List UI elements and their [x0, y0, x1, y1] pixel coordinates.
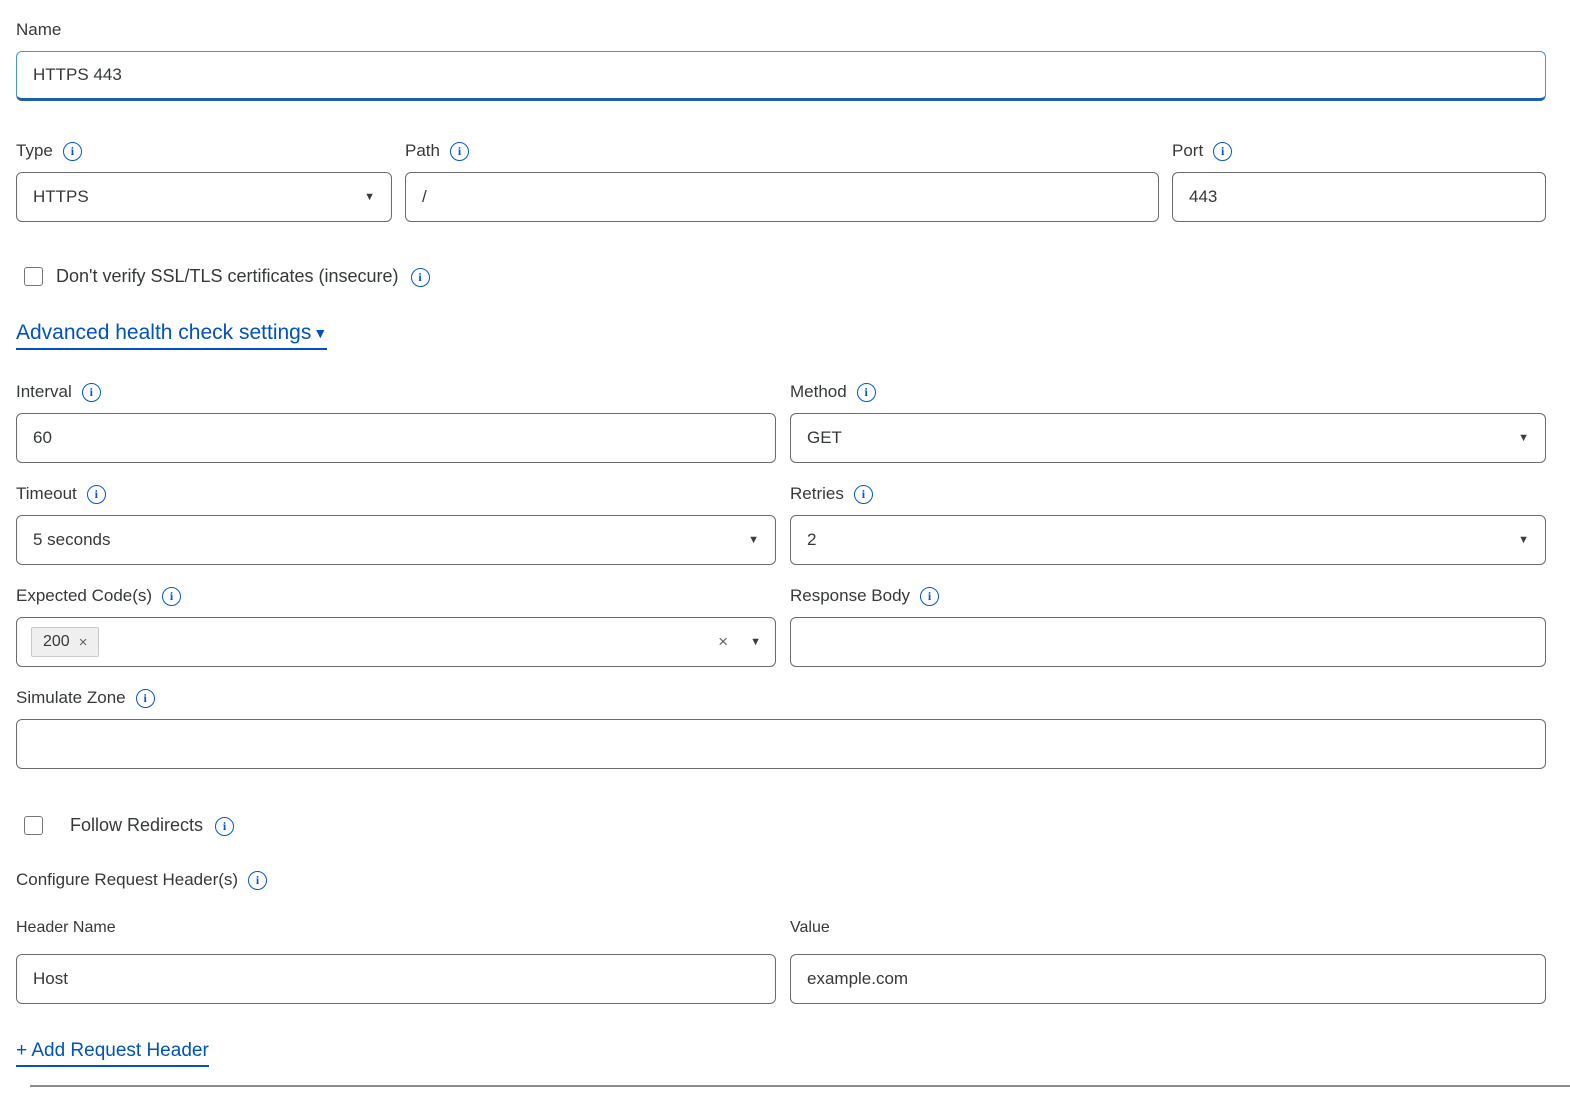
response-body-label: Response Body [790, 584, 910, 608]
path-field-group: Path i [405, 139, 1159, 222]
ssl-verify-checkbox-label: Don't verify SSL/TLS certificates (insec… [56, 266, 399, 287]
method-field-group: Method i GET ▼ [790, 380, 1546, 463]
header-name-column-label: Header Name [16, 919, 116, 937]
simulate-zone-input[interactable] [16, 719, 1546, 769]
expected-codes-multiselect[interactable]: 200 × × ▼ [16, 617, 776, 667]
expected-codes-field-group: Expected Code(s) i 200 × × ▼ [16, 584, 776, 667]
request-headers-section: Configure Request Header(s) i [16, 868, 1546, 892]
type-select[interactable]: HTTPS ▼ [16, 172, 392, 222]
path-input[interactable] [405, 172, 1159, 222]
info-icon[interactable]: i [1213, 142, 1232, 161]
name-label: Name [16, 18, 61, 42]
header-value-input[interactable] [790, 954, 1546, 1004]
info-icon[interactable]: i [857, 383, 876, 402]
response-body-input[interactable] [790, 617, 1546, 667]
chevron-down-icon: ▼ [1518, 535, 1529, 546]
simulate-zone-field-group: Simulate Zone i [16, 686, 1546, 769]
health-check-form: Name Type i HTTPS ▼ Path i Port i [0, 0, 1570, 1087]
advanced-settings-link[interactable]: Advanced health check settings ▼ [16, 321, 327, 350]
timeout-select-value: 5 seconds [33, 530, 111, 550]
ssl-verify-checkbox[interactable] [24, 267, 43, 286]
follow-redirects-checkbox[interactable] [24, 816, 43, 835]
advanced-settings-link-label: Advanced health check settings [16, 321, 311, 345]
simulate-zone-label: Simulate Zone [16, 686, 126, 710]
method-label: Method [790, 380, 847, 404]
retries-select-value: 2 [807, 530, 816, 550]
info-icon[interactable]: i [920, 587, 939, 606]
triangle-down-icon: ▼ [313, 326, 327, 340]
follow-redirects-checkbox-label: Follow Redirects [70, 815, 203, 836]
chevron-down-icon: ▼ [748, 535, 759, 546]
multiselect-controls: × ▼ [718, 632, 761, 652]
advanced-settings-grid: Interval i Method i GET ▼ Timeout i 5 se… [16, 380, 1546, 667]
request-headers-label: Configure Request Header(s) [16, 868, 238, 892]
type-label: Type [16, 139, 53, 163]
method-select-value: GET [807, 428, 842, 448]
name-input[interactable] [16, 51, 1546, 101]
clear-icon[interactable]: × [718, 632, 728, 652]
info-icon[interactable]: i [248, 871, 267, 890]
info-icon[interactable]: i [87, 485, 106, 504]
timeout-label: Timeout [16, 482, 77, 506]
interval-field-group: Interval i [16, 380, 776, 463]
interval-label: Interval [16, 380, 72, 404]
port-field-group: Port i [1172, 139, 1546, 222]
info-icon[interactable]: i [450, 142, 469, 161]
expected-code-tag: 200 × [31, 627, 99, 657]
timeout-select[interactable]: 5 seconds ▼ [16, 515, 776, 565]
type-field-group: Type i HTTPS ▼ [16, 139, 392, 222]
timeout-field-group: Timeout i 5 seconds ▼ [16, 482, 776, 565]
expected-codes-label: Expected Code(s) [16, 584, 152, 608]
ssl-verify-checkbox-row: Don't verify SSL/TLS certificates (insec… [16, 266, 1546, 287]
chevron-down-icon: ▼ [1518, 433, 1529, 444]
chevron-down-icon: ▼ [750, 637, 761, 648]
path-label: Path [405, 139, 440, 163]
info-icon[interactable]: i [162, 587, 181, 606]
retries-select[interactable]: 2 ▼ [790, 515, 1546, 565]
retries-field-group: Retries i 2 ▼ [790, 482, 1546, 565]
section-divider [30, 1085, 1570, 1087]
type-select-value: HTTPS [33, 187, 89, 207]
info-icon[interactable]: i [82, 383, 101, 402]
name-field-group: Name [16, 18, 1546, 101]
request-header-column-labels: Header Name Value [16, 917, 1546, 954]
header-name-input[interactable] [16, 954, 776, 1004]
info-icon[interactable]: i [215, 817, 234, 836]
remove-icon[interactable]: × [79, 634, 88, 651]
info-icon[interactable]: i [63, 142, 82, 161]
request-header-row [16, 954, 1546, 1004]
chevron-down-icon: ▼ [364, 192, 375, 203]
port-input[interactable] [1172, 172, 1546, 222]
method-select[interactable]: GET ▼ [790, 413, 1546, 463]
info-icon[interactable]: i [854, 485, 873, 504]
interval-input[interactable] [16, 413, 776, 463]
retries-label: Retries [790, 482, 844, 506]
type-path-port-row: Type i HTTPS ▼ Path i Port i [16, 139, 1546, 222]
response-body-field-group: Response Body i [790, 584, 1546, 667]
follow-redirects-checkbox-row: Follow Redirects i [16, 815, 1546, 836]
info-icon[interactable]: i [136, 689, 155, 708]
info-icon[interactable]: i [411, 268, 430, 287]
add-request-header-link[interactable]: + Add Request Header [16, 1040, 209, 1067]
header-value-column-label: Value [790, 919, 830, 937]
port-label: Port [1172, 139, 1203, 163]
expected-code-tag-value: 200 [43, 633, 70, 651]
